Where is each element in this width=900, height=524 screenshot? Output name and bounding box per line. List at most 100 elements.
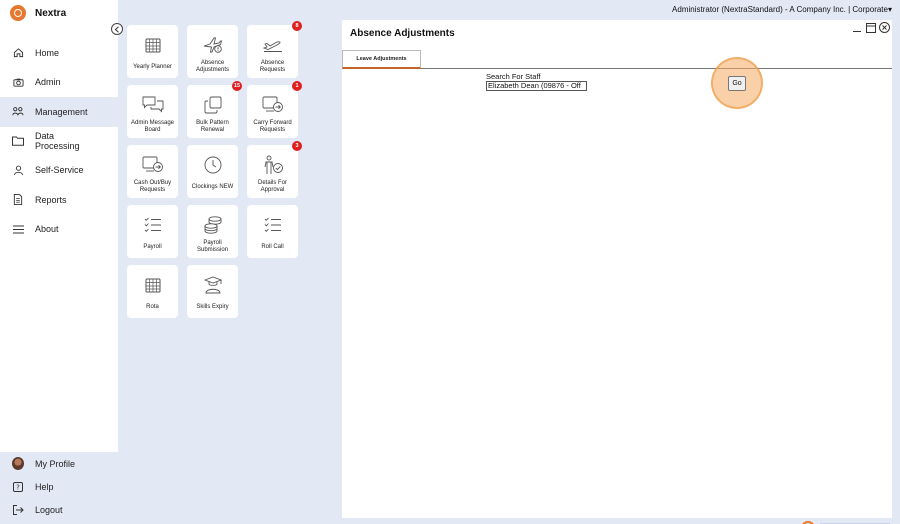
tile-label: Bulk Pattern Renewal xyxy=(196,120,229,133)
nav-item-home[interactable]: Home xyxy=(0,38,118,68)
tile-label: Clockings NEW xyxy=(191,184,234,190)
tile-label: Absence Adjustments xyxy=(195,60,229,73)
nextra-watermark-icon xyxy=(802,521,890,524)
nav-label-help: Help xyxy=(35,481,54,492)
nav-item-data-processing[interactable]: Data Processing xyxy=(0,127,118,156)
folder-icon xyxy=(12,135,24,147)
search-staff-input[interactable]: Elizabeth Dean (09876 - Off xyxy=(486,81,587,91)
checklist-icon xyxy=(262,214,284,236)
tile-label: Cash Out/Buy Requests xyxy=(133,180,172,193)
cash-transfer-icon xyxy=(142,154,164,176)
nav-label-my-profile: My Profile xyxy=(35,458,76,469)
nav-label-management: Management xyxy=(35,106,88,117)
sidebar: Nextra Home Admin Management Data Proces… xyxy=(0,0,118,524)
sidebar-footer: My Profile ? Help Logout xyxy=(0,452,118,524)
maximize-icon[interactable] xyxy=(865,22,876,33)
document-icon xyxy=(12,194,24,206)
tile-label: Carry Forward Requests xyxy=(253,120,292,133)
tile-label: Details For Approval xyxy=(257,180,287,193)
nav-label-admin: Admin xyxy=(35,77,61,88)
avatar xyxy=(12,457,24,470)
logout-icon xyxy=(12,504,24,516)
window-controls xyxy=(851,22,890,33)
forward-screen-icon xyxy=(262,94,284,116)
calendar-icon xyxy=(142,274,164,296)
nav-item-management[interactable]: Management xyxy=(0,97,118,127)
nav-item-logout[interactable]: Logout xyxy=(0,498,118,521)
absence-adjustments-panel: Absence Adjustments Leave Adjustments Se… xyxy=(342,20,892,518)
go-button[interactable]: Go xyxy=(728,75,746,91)
nav-label-reports: Reports xyxy=(35,194,67,205)
menu-lines-icon xyxy=(12,223,24,235)
nav-item-my-profile[interactable]: My Profile xyxy=(0,452,118,475)
brand[interactable]: Nextra xyxy=(10,5,66,21)
tile-roll-call[interactable]: Roll Call xyxy=(247,205,298,258)
nav-item-admin[interactable]: Admin xyxy=(0,68,118,98)
tile-admin-message-board[interactable]: Admin Message Board xyxy=(127,85,178,138)
calendar-icon xyxy=(142,34,164,56)
team-icon xyxy=(12,106,24,118)
tile-rota[interactable]: Rota xyxy=(127,265,178,318)
notification-badge: 8 xyxy=(292,21,302,31)
plane-takeoff-icon xyxy=(262,34,284,56)
brand-name: Nextra xyxy=(35,7,67,19)
nav-item-about[interactable]: About xyxy=(0,215,118,245)
tile-payroll[interactable]: Payroll xyxy=(127,205,178,258)
nav-label-self-service: Self-Service xyxy=(35,165,84,176)
notification-badge: 3 xyxy=(292,141,302,151)
help-icon: ? xyxy=(12,481,24,493)
tile-label: Yearly Planner xyxy=(133,64,172,70)
tile-details-for-approval[interactable]: Details For Approval 3 xyxy=(247,141,302,198)
tile-absence-adjustments[interactable]: Absence Adjustments xyxy=(187,25,238,78)
plane-warning-icon xyxy=(202,34,224,56)
collapse-sidebar-button[interactable] xyxy=(111,23,123,35)
tile-payroll-submission[interactable]: Payroll Submission xyxy=(187,205,238,258)
graduate-icon xyxy=(202,274,224,296)
notification-badge: 1 xyxy=(292,81,302,91)
tile-skills-expiry[interactable]: Skills Expiry xyxy=(187,265,238,318)
tile-carry-forward-requests[interactable]: Carry Forward Requests 1 xyxy=(247,81,302,138)
tile-absence-requests[interactable]: Absence Requests 8 xyxy=(247,21,302,78)
nav-label-logout: Logout xyxy=(35,504,63,515)
footer-logo xyxy=(800,517,900,524)
tile-label: Rota xyxy=(146,304,159,310)
nav-label-home: Home xyxy=(35,47,60,58)
nav-label-about: About xyxy=(35,224,59,235)
checklist-icon xyxy=(142,214,164,236)
search-staff-label: Search For Staff xyxy=(486,72,541,81)
nav-item-reports[interactable]: Reports xyxy=(0,185,118,215)
tile-yearly-planner[interactable]: Yearly Planner xyxy=(127,25,178,78)
click-highlight: Go xyxy=(711,57,763,109)
tile-label: Skills Expiry xyxy=(196,304,229,310)
tile-label: Payroll xyxy=(143,244,162,250)
minimize-icon[interactable] xyxy=(851,22,862,33)
notification-badge: 15 xyxy=(232,81,242,91)
nav-label-data-processing: Data Processing xyxy=(35,131,80,151)
user-info-dropdown[interactable]: Administrator (NextraStandard) - A Compa… xyxy=(672,5,892,14)
copy-icon xyxy=(202,94,224,116)
clock-icon xyxy=(202,154,224,176)
main-nav: Home Admin Management Data Processing Se… xyxy=(0,38,118,244)
person-icon xyxy=(12,164,24,176)
coins-icon xyxy=(202,214,224,236)
home-icon xyxy=(12,47,24,59)
tile-label: Roll Call xyxy=(261,244,284,250)
chat-bubbles-icon xyxy=(142,94,164,116)
tile-label: Admin Message Board xyxy=(130,120,175,133)
panel-title: Absence Adjustments xyxy=(350,28,455,39)
tile-label: Payroll Submission xyxy=(196,240,228,253)
tile-bulk-pattern-renewal[interactable]: Bulk Pattern Renewal 15 xyxy=(187,81,242,138)
nav-item-self-service[interactable]: Self-Service xyxy=(0,156,118,186)
tile-cash-out-buy-requests[interactable]: Cash Out/Buy Requests xyxy=(127,145,178,198)
tab-bar: Leave Adjustments xyxy=(342,48,892,69)
tile-label: Absence Requests xyxy=(259,60,286,73)
tab-leave-adjustments[interactable]: Leave Adjustments xyxy=(342,50,421,69)
chevron-left-icon xyxy=(114,25,119,33)
person-check-icon xyxy=(262,154,284,176)
nextra-logo-icon xyxy=(10,5,26,21)
camera-icon xyxy=(12,76,24,88)
svg-text:?: ? xyxy=(16,483,20,491)
nav-item-help[interactable]: ? Help xyxy=(0,475,118,498)
tile-clockings-new[interactable]: Clockings NEW xyxy=(187,145,238,198)
close-icon[interactable] xyxy=(879,22,890,33)
